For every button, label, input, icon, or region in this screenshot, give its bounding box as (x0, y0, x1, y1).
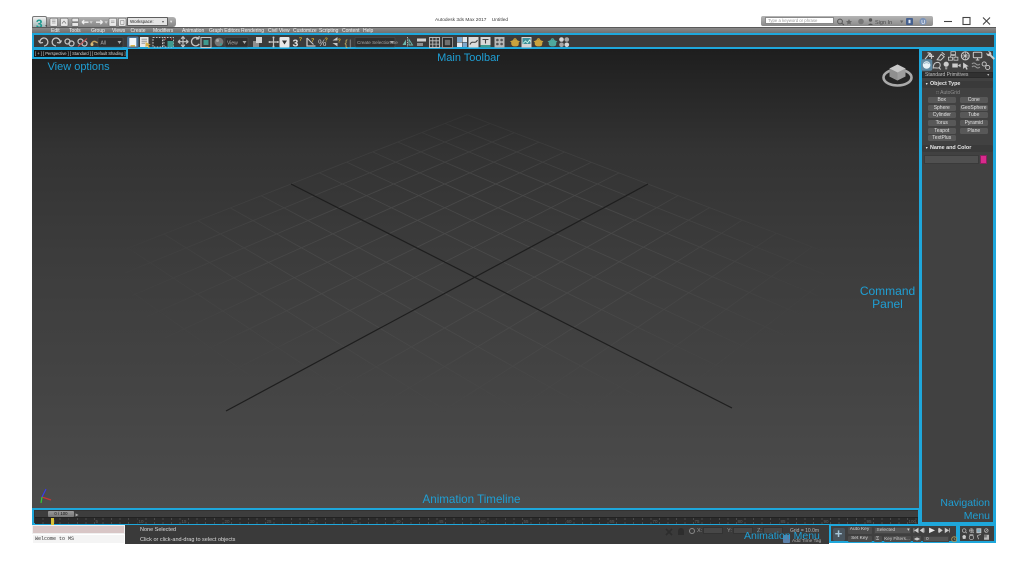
svg-text:Sign In: Sign In (875, 20, 892, 26)
svg-text:|: | (349, 38, 351, 49)
svg-text:{: { (345, 38, 348, 49)
svg-text:View: View (227, 41, 238, 47)
svg-text:3: 3 (293, 38, 299, 50)
svg-text:?: ? (325, 38, 329, 44)
svg-text:?: ? (311, 38, 315, 44)
svg-text:U: U (921, 20, 925, 26)
svg-text:?: ? (299, 37, 303, 43)
svg-text:All: All (101, 41, 107, 47)
svg-text:?: ? (338, 39, 342, 45)
